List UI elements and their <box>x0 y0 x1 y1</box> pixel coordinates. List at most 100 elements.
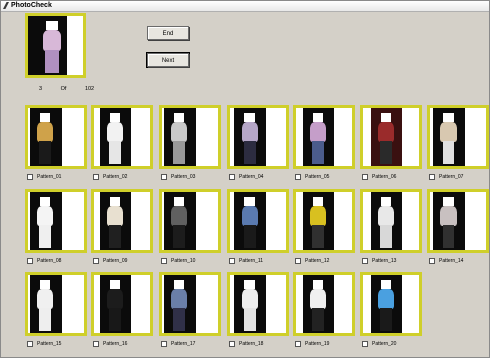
pattern-thumbnail[interactable] <box>91 189 153 253</box>
pattern-label: Pattern_14 <box>439 258 464 264</box>
pattern-tile: Pattern_03 <box>159 105 221 185</box>
pattern-thumbnail[interactable] <box>159 105 221 169</box>
pattern-checkbox-row: Pattern_07 <box>429 172 463 182</box>
pattern-checkbox[interactable] <box>295 258 301 264</box>
pattern-thumbnail[interactable] <box>25 189 87 253</box>
pattern-tile: Pattern_11 <box>227 189 289 269</box>
pattern-checkbox-row: Pattern_17 <box>161 339 195 349</box>
pattern-thumbnail[interactable] <box>293 105 355 169</box>
pattern-thumbnail[interactable] <box>360 189 422 253</box>
end-button[interactable]: End <box>147 26 189 40</box>
pattern-label: Pattern_15 <box>37 341 62 347</box>
pattern-checkbox[interactable] <box>229 258 235 264</box>
pattern-checkbox[interactable] <box>161 258 167 264</box>
person-figure <box>239 112 260 164</box>
pattern-thumbnail[interactable] <box>227 105 289 169</box>
pattern-checkbox[interactable] <box>93 341 99 347</box>
pattern-checkbox[interactable] <box>362 258 368 264</box>
pattern-tile: Pattern_13 <box>360 189 422 269</box>
pattern-checkbox[interactable] <box>295 341 301 347</box>
pattern-label: Pattern_16 <box>103 341 128 347</box>
pattern-tile: Pattern_17 <box>159 272 221 352</box>
pattern-checkbox-row: Pattern_11 <box>229 256 263 266</box>
pattern-checkbox-row: Pattern_02 <box>93 172 127 182</box>
pattern-tile: Pattern_02 <box>91 105 153 185</box>
pattern-tile: Pattern_14 <box>427 189 489 269</box>
pattern-thumbnail[interactable] <box>227 272 289 336</box>
pattern-label: Pattern_06 <box>372 174 397 180</box>
pattern-tile: Pattern_06 <box>360 105 422 185</box>
pattern-thumbnail[interactable] <box>227 189 289 253</box>
person-figure <box>375 196 396 248</box>
pattern-checkbox[interactable] <box>362 341 368 347</box>
pattern-tile: Pattern_05 <box>293 105 355 185</box>
counter-of-label: Of <box>60 86 67 92</box>
pattern-label: Pattern_19 <box>305 341 330 347</box>
pattern-thumbnail[interactable] <box>91 272 153 336</box>
next-button[interactable]: Next <box>147 53 189 67</box>
title-bar: PhotoCheck <box>1 1 489 12</box>
pattern-thumbnail[interactable] <box>360 272 422 336</box>
pattern-checkbox-row: Pattern_16 <box>93 339 127 349</box>
pattern-tile: Pattern_19 <box>293 272 355 352</box>
pattern-thumbnail[interactable] <box>91 105 153 169</box>
pattern-checkbox[interactable] <box>27 258 33 264</box>
pattern-checkbox-row: Pattern_14 <box>429 256 463 266</box>
pattern-checkbox[interactable] <box>27 341 33 347</box>
pattern-label: Pattern_04 <box>239 174 264 180</box>
preview-white-panel <box>66 16 83 75</box>
pattern-checkbox[interactable] <box>229 341 235 347</box>
pattern-checkbox[interactable] <box>295 174 301 180</box>
pattern-label: Pattern_12 <box>305 258 330 264</box>
pattern-thumbnail[interactable] <box>293 189 355 253</box>
person-figure <box>239 279 260 331</box>
pattern-checkbox-row: Pattern_12 <box>295 256 329 266</box>
person-figure <box>438 196 459 248</box>
pattern-checkbox[interactable] <box>161 174 167 180</box>
person-figure <box>104 279 125 331</box>
pattern-thumbnail[interactable] <box>159 189 221 253</box>
pattern-thumbnail[interactable] <box>293 272 355 336</box>
pattern-tile: Pattern_20 <box>360 272 422 352</box>
pattern-checkbox[interactable] <box>429 174 435 180</box>
pattern-tile: Pattern_04 <box>227 105 289 185</box>
pattern-checkbox-row: Pattern_20 <box>362 339 396 349</box>
pattern-thumbnail[interactable] <box>427 189 489 253</box>
app-icon <box>3 2 9 9</box>
person-figure <box>35 112 56 164</box>
pattern-checkbox[interactable] <box>429 258 435 264</box>
pattern-label: Pattern_20 <box>372 341 397 347</box>
pattern-thumbnail[interactable] <box>360 105 422 169</box>
pattern-checkbox-row: Pattern_06 <box>362 172 396 182</box>
pattern-checkbox[interactable] <box>362 174 368 180</box>
pattern-label: Pattern_13 <box>372 258 397 264</box>
pattern-tile: Pattern_09 <box>91 189 153 269</box>
person-figure <box>438 112 459 164</box>
pattern-label: Pattern_03 <box>171 174 196 180</box>
pattern-label: Pattern_05 <box>305 174 330 180</box>
pattern-label: Pattern_17 <box>171 341 196 347</box>
pattern-thumbnail[interactable] <box>25 272 87 336</box>
pattern-tile: Pattern_15 <box>25 272 87 352</box>
pattern-thumbnail[interactable] <box>427 105 489 169</box>
person-figure <box>104 196 125 248</box>
pattern-checkbox[interactable] <box>27 174 33 180</box>
pattern-checkbox[interactable] <box>93 258 99 264</box>
photocheck-window: PhotoCheck End Next 3 Of 102 Pattern_01 P… <box>0 0 490 358</box>
pattern-checkbox-row: Pattern_05 <box>295 172 329 182</box>
pattern-checkbox-row: Pattern_13 <box>362 256 396 266</box>
person-figure <box>169 279 190 331</box>
pattern-thumbnail[interactable] <box>159 272 221 336</box>
pattern-tile: Pattern_10 <box>159 189 221 269</box>
pattern-checkbox[interactable] <box>93 174 99 180</box>
preview-person-figure <box>40 20 64 73</box>
pattern-checkbox-row: Pattern_15 <box>27 339 61 349</box>
pattern-checkbox[interactable] <box>229 174 235 180</box>
pattern-checkbox-row: Pattern_03 <box>161 172 195 182</box>
pattern-label: Pattern_07 <box>439 174 464 180</box>
pattern-checkbox-row: Pattern_10 <box>161 256 195 266</box>
pattern-tile: Pattern_07 <box>427 105 489 185</box>
pattern-checkbox[interactable] <box>161 341 167 347</box>
pattern-thumbnail[interactable] <box>25 105 87 169</box>
person-figure <box>169 112 190 164</box>
